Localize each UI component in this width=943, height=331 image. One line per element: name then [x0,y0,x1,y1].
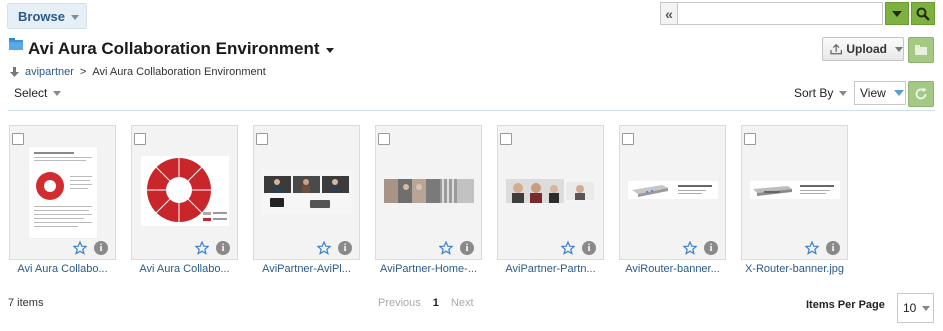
item-count: 7 items [8,297,44,309]
list-item[interactable]: i Avi Aura Collabo... [9,125,116,275]
chevron-down-icon [922,305,931,311]
toolbar-divider [8,110,935,111]
favorite-star-icon[interactable] [805,241,819,255]
item-name-link[interactable]: AviPartner-Partn... [495,263,607,275]
router-banner-thumbnail [627,181,718,199]
pagination: Previous 1 Next [378,297,474,309]
view-select[interactable]: View [854,81,906,105]
item-name-link[interactable]: X-Router-banner.jpg [739,263,851,275]
breadcrumb-current: Avi Aura Collaboration Environment [92,66,266,78]
refresh-icon [915,87,927,100]
info-icon[interactable]: i [338,241,352,255]
item-checkbox[interactable] [378,133,390,145]
items-per-page-label: Items Per Page [806,299,885,311]
item-card[interactable]: i [253,125,360,260]
video-conference-thumbnail [261,170,352,214]
info-icon[interactable]: i [704,241,718,255]
item-checkbox[interactable] [256,133,268,145]
favorite-star-icon[interactable] [561,241,575,255]
info-icon[interactable]: i [216,241,230,255]
folder-actions-button[interactable] [908,37,934,63]
chevron-down-icon [70,14,79,20]
page-title-text: Avi Aura Collaboration Environment [28,39,320,58]
item-checkbox[interactable] [500,133,512,145]
chevron-down-icon [53,90,62,96]
item-card[interactable]: i [619,125,726,260]
favorite-star-icon[interactable] [195,241,209,255]
item-checkbox[interactable] [744,133,756,145]
current-page-number: 1 [432,297,439,309]
item-card[interactable]: i [375,125,482,260]
search-icon [916,7,930,21]
refresh-button[interactable] [908,81,934,107]
item-name-link[interactable]: AviPartner-AviPl... [251,263,363,275]
document-thumbnail [27,146,98,239]
item-card[interactable]: i [497,125,604,260]
info-icon[interactable]: i [826,241,840,255]
favorite-star-icon[interactable] [439,241,453,255]
browse-label: Browse [18,8,65,24]
favorite-star-icon[interactable] [317,241,331,255]
view-label: View [860,86,886,100]
favorite-star-icon[interactable] [73,241,87,255]
item-card[interactable]: i [131,125,238,260]
item-card[interactable]: i [9,125,116,260]
circle-diagram-thumbnail [140,156,229,226]
item-grid: i Avi Aura Collabo... i Avi Aura Collabo… [9,125,848,275]
router-banner-thumbnail [749,181,840,199]
upload-label: Upload [846,42,887,56]
search-options-button[interactable] [885,2,909,25]
breadcrumb: avipartner > Avi Aura Collaboration Envi… [10,66,266,78]
page-title[interactable]: Avi Aura Collaboration Environment [28,39,334,59]
breadcrumb-parent-link[interactable]: avipartner [25,66,74,78]
item-name-link[interactable]: AviRouter-banner... [617,263,729,275]
info-icon[interactable]: i [460,241,474,255]
item-checkbox[interactable] [134,133,146,145]
items-per-page-select[interactable]: 10 [897,293,934,323]
previous-page-link[interactable]: Previous [378,297,421,309]
breadcrumb-separator: > [79,66,87,78]
list-item[interactable]: i AviPartner-Partn... [497,125,604,275]
upload-button[interactable]: Upload [822,37,904,61]
items-per-page-value: 10 [903,301,917,315]
info-icon[interactable]: i [582,241,596,255]
item-name-link[interactable]: Avi Aura Collabo... [129,263,241,275]
search-button[interactable] [911,2,935,25]
list-item[interactable]: i AviRouter-banner... [619,125,726,275]
upload-icon [830,43,842,55]
search-bar: « [660,2,935,25]
folder-action-icon [915,45,927,55]
search-input[interactable] [678,2,883,25]
people-banner-thumbnail [505,179,596,203]
list-item[interactable]: i Avi Aura Collabo... [131,125,238,275]
chevron-down-icon [839,90,848,96]
people-banner-thumbnail [383,179,474,203]
item-name-link[interactable]: AviPartner-Home-... [373,263,485,275]
arrow-down-icon [10,67,19,77]
select-menu[interactable]: Select [14,86,62,100]
chevron-down-icon [892,10,902,17]
list-item[interactable]: i X-Router-banner.jpg [741,125,848,275]
favorite-star-icon[interactable] [683,241,697,255]
chevron-down-icon [325,48,334,53]
next-page-link[interactable]: Next [451,297,474,309]
chevron-down-icon [893,90,904,96]
list-item[interactable]: i AviPartner-AviPl... [253,125,360,275]
list-item[interactable]: i AviPartner-Home-... [375,125,482,275]
sort-by-menu[interactable]: Sort By [794,86,848,100]
item-name-link[interactable]: Avi Aura Collabo... [7,263,119,275]
browse-menu-button[interactable]: Browse [7,3,87,29]
item-checkbox[interactable] [12,133,24,145]
info-icon[interactable]: i [94,241,108,255]
collapse-search-icon[interactable]: « [660,2,678,25]
sort-by-label: Sort By [794,86,834,100]
item-checkbox[interactable] [622,133,634,145]
chevron-down-icon [895,46,903,52]
item-card[interactable]: i [741,125,848,260]
select-label: Select [14,86,48,100]
folder-icon [9,38,23,50]
